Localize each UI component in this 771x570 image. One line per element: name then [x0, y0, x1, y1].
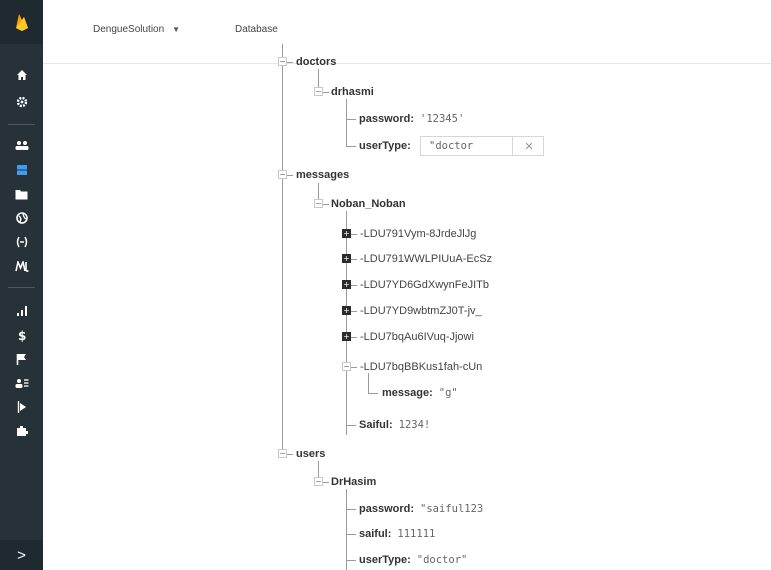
tree-node-users[interactable]: users [296, 447, 325, 461]
usertype-value-input[interactable] [427, 139, 511, 153]
push-id-collapse-toggle[interactable]: − [342, 362, 351, 371]
leaf-value: "doctor" [416, 554, 468, 566]
leaf-key: userType: [359, 554, 411, 566]
tree-node-push-id[interactable]: -LDU791WWLPIUuA-EcSz [360, 252, 492, 266]
tree-node-drhasmi[interactable]: drhasmi [331, 85, 374, 99]
tree-node-push-id[interactable]: -LDU7YD6GdXwynFeJITb [360, 278, 489, 292]
tree-leaf-password[interactable]: password: "saiful123 [359, 502, 483, 516]
push-id-expand-toggle[interactable]: + [342, 229, 351, 238]
tree-node-noban-noban[interactable]: Noban_Noban [331, 197, 406, 211]
leaf-value: 111111 [397, 528, 436, 540]
usertype-value-editor[interactable]: ✕ [420, 136, 544, 156]
messages-collapse-toggle[interactable]: − [278, 170, 287, 179]
push-id-expand-toggle[interactable]: + [342, 306, 351, 315]
leaf-value: "saiful123 [420, 503, 484, 515]
push-id-expand-toggle[interactable]: + [342, 280, 351, 289]
leaf-key: Saiful: [359, 419, 393, 431]
tree-leaf-message[interactable]: message: "g" [382, 386, 458, 400]
tree-node-push-id[interactable]: -LDU7YD9wbtmZJ0T-jv_ [360, 304, 482, 318]
database-tree: − doctors − drhasmi password: '12345' use… [0, 0, 771, 570]
push-id-expand-toggle[interactable]: + [342, 332, 351, 341]
leaf-key: saiful: [359, 528, 392, 540]
noban-collapse-toggle[interactable]: − [314, 199, 323, 208]
tree-node-doctors[interactable]: doctors [296, 55, 336, 69]
drhasmi-collapse-toggle[interactable]: − [314, 87, 323, 96]
leaf-key: password: [359, 503, 415, 515]
tree-leaf-usertype-key: userType: [359, 140, 411, 152]
leaf-value: '12345' [420, 113, 465, 125]
tree-leaf-password[interactable]: password: '12345' [359, 112, 464, 126]
tree-node-drhasim[interactable]: DrHasim [331, 475, 376, 489]
doctors-collapse-toggle[interactable]: − [278, 57, 287, 66]
leaf-key: message: [382, 387, 433, 399]
leaf-key: password: [359, 113, 415, 125]
users-collapse-toggle[interactable]: − [278, 449, 287, 458]
tree-leaf-usertype[interactable]: userType: "doctor" [359, 553, 467, 567]
tree-node-push-id[interactable]: -LDU7bqBBKus1fah-cUn [360, 360, 482, 374]
leaf-value: 1234! [398, 419, 431, 431]
leaf-value: "g" [438, 387, 458, 399]
tree-node-push-id[interactable]: -LDU791Vym-8JrdeJlJg [360, 227, 476, 241]
drhasim-collapse-toggle[interactable]: − [314, 477, 323, 486]
push-id-expand-toggle[interactable]: + [342, 254, 351, 263]
tree-leaf-saiful[interactable]: Saiful: 1234! [359, 418, 430, 432]
tree-node-messages[interactable]: messages [296, 168, 349, 182]
tree-leaf-saiful[interactable]: saiful: 111111 [359, 527, 435, 541]
close-icon: ✕ [524, 140, 534, 153]
clear-value-button[interactable]: ✕ [512, 137, 545, 155]
tree-node-push-id[interactable]: -LDU7bqAu6IVuq-Jjowi [360, 330, 474, 344]
